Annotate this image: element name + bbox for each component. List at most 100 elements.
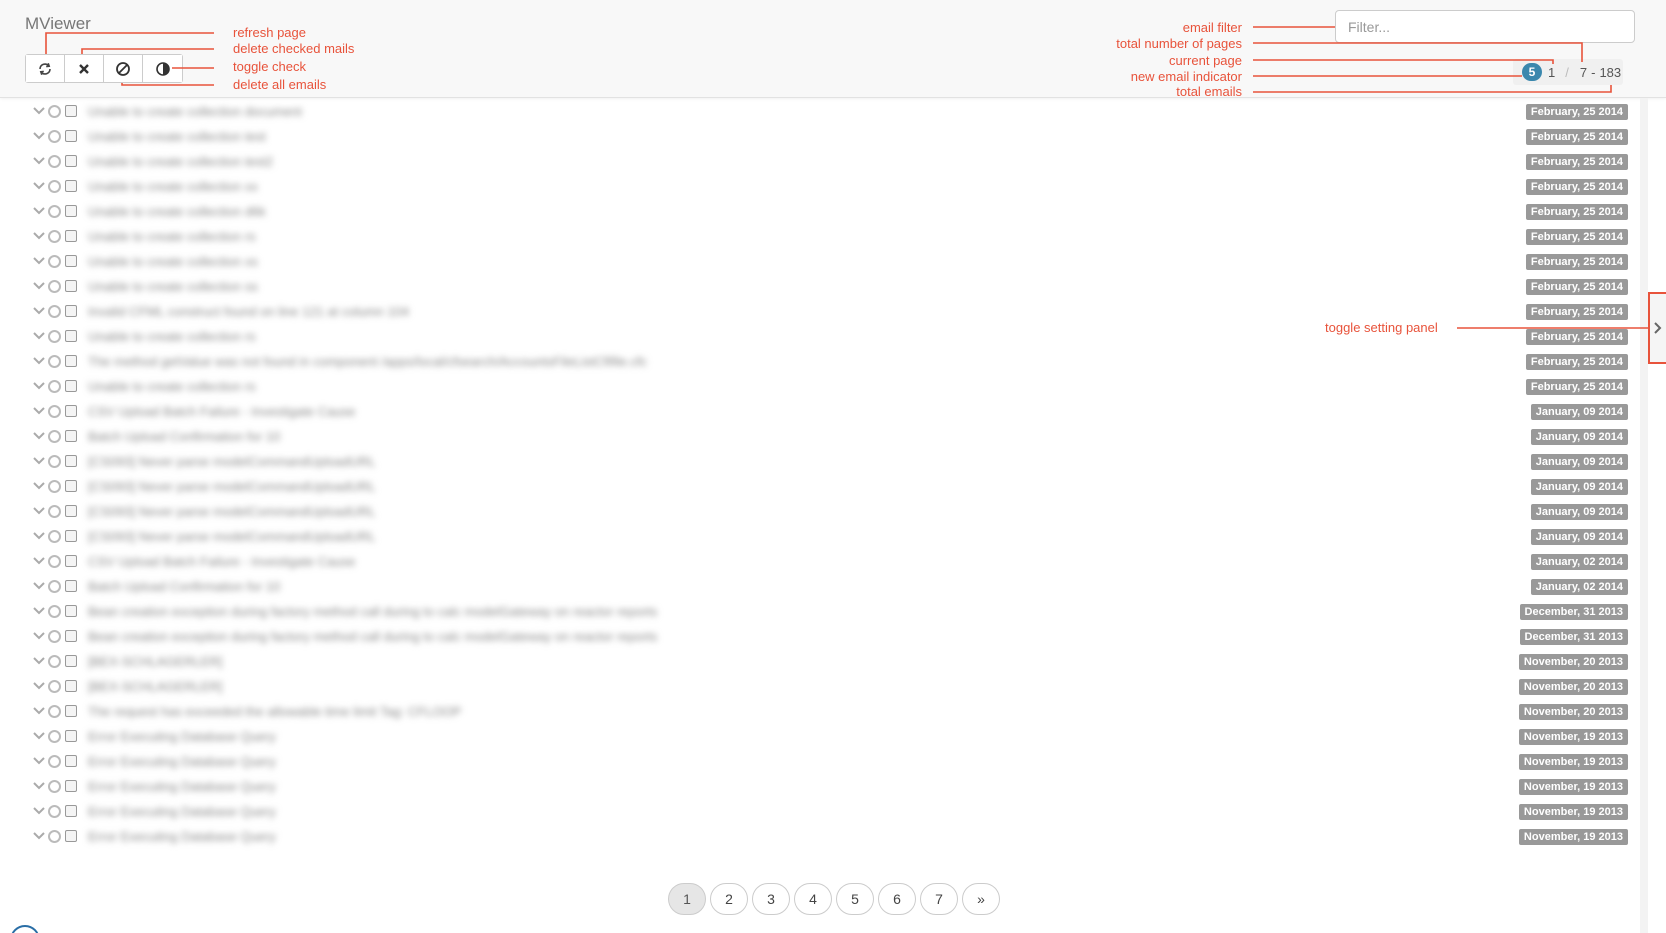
chevron-down-icon[interactable]: [32, 704, 46, 718]
mail-checkbox[interactable]: [65, 380, 77, 392]
mail-subject[interactable]: Unable to create collection xx: [88, 179, 258, 194]
mail-row[interactable]: [CS093] Never parse modelCommandUploadUR…: [0, 525, 1640, 550]
chevron-down-icon[interactable]: [32, 554, 46, 568]
chevron-down-icon[interactable]: [32, 254, 46, 268]
mail-checkbox[interactable]: [65, 705, 77, 717]
chevron-down-icon[interactable]: [32, 454, 46, 468]
read-status-icon[interactable]: [48, 154, 61, 168]
mail-row[interactable]: CSV Upload Batch Failure - Investigate C…: [0, 400, 1640, 425]
page-button[interactable]: 1: [668, 883, 706, 915]
mail-subject[interactable]: Error Executing Database Query: [88, 754, 276, 769]
mail-checkbox[interactable]: [65, 605, 77, 617]
mail-row[interactable]: Unable to create collection rs February, …: [0, 225, 1640, 250]
mail-row[interactable]: Unable to create collection ss February, …: [0, 275, 1640, 300]
mail-row[interactable]: [CS093] Never parse modelCommandUploadUR…: [0, 450, 1640, 475]
mail-checkbox[interactable]: [65, 280, 77, 292]
mail-row[interactable]: The method getValue was not found in com…: [0, 350, 1640, 375]
mail-row[interactable]: [CS093] Never parse modelCommandUploadUR…: [0, 500, 1640, 525]
read-status-icon[interactable]: [48, 579, 61, 593]
mail-subject[interactable]: [BEX-SCHLAGERLER]: [88, 679, 222, 694]
mail-row[interactable]: Unable to create collection d6k February,…: [0, 200, 1640, 225]
mail-checkbox[interactable]: [65, 455, 77, 467]
read-status-icon[interactable]: [48, 529, 61, 543]
mail-checkbox[interactable]: [65, 680, 77, 692]
mail-row[interactable]: Unable to create collection test2 Februar…: [0, 150, 1640, 175]
chevron-down-icon[interactable]: [32, 154, 46, 168]
mail-subject[interactable]: Error Executing Database Query: [88, 829, 276, 844]
mail-checkbox[interactable]: [65, 555, 77, 567]
email-filter-input[interactable]: [1335, 10, 1635, 43]
mail-subject[interactable]: The method getValue was not found in com…: [88, 354, 647, 369]
mail-row[interactable]: Batch Upload Confirmation for 10 January,…: [0, 425, 1640, 450]
mail-subject[interactable]: [CS093] Never parse modelCommandUploadUR…: [88, 529, 376, 544]
mail-checkbox[interactable]: [65, 155, 77, 167]
mail-row[interactable]: Unable to create collection xs February, …: [0, 250, 1640, 275]
read-status-icon[interactable]: [48, 779, 61, 793]
mail-subject[interactable]: Error Executing Database Query: [88, 804, 276, 819]
read-status-icon[interactable]: [48, 454, 61, 468]
read-status-icon[interactable]: [48, 404, 61, 418]
page-button[interactable]: 2: [710, 883, 748, 915]
chevron-down-icon[interactable]: [32, 729, 46, 743]
mail-subject[interactable]: [CS093] Never parse modelCommandUploadUR…: [88, 504, 376, 519]
page-button[interactable]: 6: [878, 883, 916, 915]
mail-subject[interactable]: Unable to create collection test: [88, 129, 266, 144]
mail-subject[interactable]: Invalid CFML construct found on line 121…: [88, 304, 409, 319]
mail-subject[interactable]: Unable to create collection d6k: [88, 204, 266, 219]
read-status-icon[interactable]: [48, 554, 61, 568]
chevron-down-icon[interactable]: [32, 379, 46, 393]
mail-checkbox[interactable]: [65, 130, 77, 142]
read-status-icon[interactable]: [48, 379, 61, 393]
read-status-icon[interactable]: [48, 479, 61, 493]
chevron-down-icon[interactable]: [32, 304, 46, 318]
mail-row[interactable]: Bean creation exception during factory m…: [0, 600, 1640, 625]
chevron-down-icon[interactable]: [32, 104, 46, 118]
read-status-icon[interactable]: [48, 104, 61, 118]
mail-row[interactable]: Error Executing Database Query November, …: [0, 825, 1640, 850]
mail-row[interactable]: [BEX-SCHLAGERLER] November, 20 2013: [0, 650, 1640, 675]
mail-row[interactable]: Unable to create collection rs February, …: [0, 375, 1640, 400]
mail-row[interactable]: Error Executing Database Query November, …: [0, 800, 1640, 825]
chevron-down-icon[interactable]: [32, 179, 46, 193]
mail-row[interactable]: Unable to create collection xx February, …: [0, 175, 1640, 200]
mail-subject[interactable]: [BEX-SCHLAGERLER]: [88, 654, 222, 669]
chevron-down-icon[interactable]: [32, 479, 46, 493]
mail-subject[interactable]: CSV Upload Batch Failure - Investigate C…: [88, 554, 355, 569]
page-button[interactable]: 7: [920, 883, 958, 915]
chevron-down-icon[interactable]: [32, 329, 46, 343]
chevron-down-icon[interactable]: [32, 779, 46, 793]
chevron-down-icon[interactable]: [32, 204, 46, 218]
mail-subject[interactable]: Error Executing Database Query: [88, 729, 276, 744]
chevron-down-icon[interactable]: [32, 679, 46, 693]
read-status-icon[interactable]: [48, 354, 61, 368]
read-status-icon[interactable]: [48, 604, 61, 618]
mail-checkbox[interactable]: [65, 330, 77, 342]
chevron-down-icon[interactable]: [32, 804, 46, 818]
delete-all-button[interactable]: [104, 55, 143, 82]
mail-row[interactable]: Error Executing Database Query November, …: [0, 775, 1640, 800]
mail-checkbox[interactable]: [65, 405, 77, 417]
toggle-settings-panel-button[interactable]: [1648, 292, 1666, 364]
mail-subject[interactable]: The request has exceeded the allowable t…: [88, 704, 461, 719]
chevron-down-icon[interactable]: [32, 654, 46, 668]
mail-row[interactable]: The request has exceeded the allowable t…: [0, 700, 1640, 725]
read-status-icon[interactable]: [48, 229, 61, 243]
mail-subject[interactable]: Error Executing Database Query: [88, 779, 276, 794]
chevron-down-icon[interactable]: [32, 579, 46, 593]
chevron-down-icon[interactable]: [32, 404, 46, 418]
mail-subject[interactable]: [CS093] Never parse modelCommandUploadUR…: [88, 479, 376, 494]
page-next-button[interactable]: »: [962, 883, 1000, 915]
mail-checkbox[interactable]: [65, 255, 77, 267]
chevron-down-icon[interactable]: [32, 279, 46, 293]
read-status-icon[interactable]: [48, 829, 61, 843]
mail-checkbox[interactable]: [65, 580, 77, 592]
read-status-icon[interactable]: [48, 754, 61, 768]
toggle-check-button[interactable]: [143, 55, 182, 82]
chevron-down-icon[interactable]: [32, 629, 46, 643]
mail-checkbox[interactable]: [65, 230, 77, 242]
mail-checkbox[interactable]: [65, 305, 77, 317]
read-status-icon[interactable]: [48, 204, 61, 218]
mail-checkbox[interactable]: [65, 430, 77, 442]
read-status-icon[interactable]: [48, 679, 61, 693]
mail-subject[interactable]: [CS093] Never parse modelCommandUploadUR…: [88, 454, 376, 469]
